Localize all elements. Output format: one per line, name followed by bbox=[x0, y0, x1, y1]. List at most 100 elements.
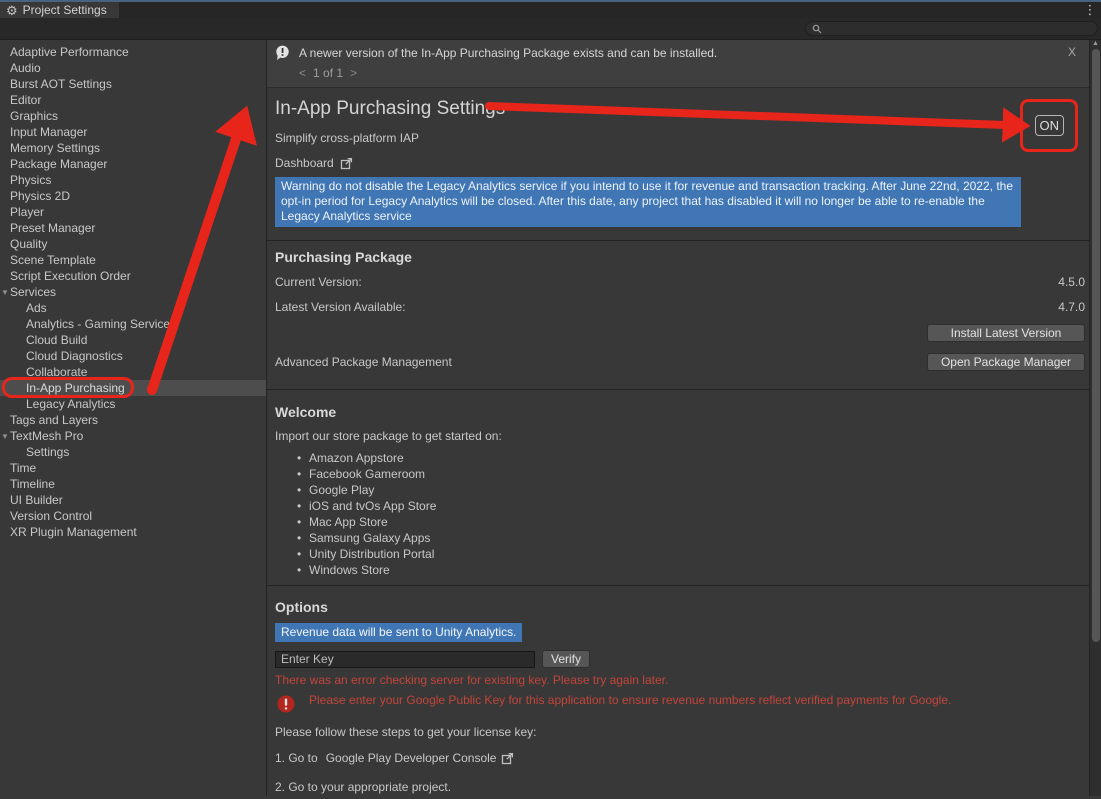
sidebar-list: Adaptive PerformanceAudio Burst AOT Setti… bbox=[0, 44, 266, 540]
current-version-label: Current Version: bbox=[275, 275, 362, 289]
sidebar-item-tags-and-layers[interactable]: Tags and Layers bbox=[0, 412, 266, 428]
step-2-text: 2. Go to your appropriate project. bbox=[275, 780, 1089, 794]
kebab-menu-icon[interactable]: ⋮ bbox=[1079, 2, 1101, 18]
latest-version-label: Latest Version Available: bbox=[275, 300, 406, 314]
sidebar-item-label: Package Manager bbox=[10, 157, 107, 171]
sidebar-item-label: Preset Manager bbox=[10, 221, 95, 235]
sidebar-item-timeline[interactable]: Timeline bbox=[0, 476, 266, 492]
search-input[interactable] bbox=[826, 22, 1091, 36]
search-box[interactable] bbox=[805, 21, 1098, 36]
store-list-item: Unity Distribution Portal bbox=[297, 546, 1089, 562]
sidebar-item-label: Physics 2D bbox=[10, 189, 70, 203]
sidebar-item-in-app-purchasing[interactable]: In-App Purchasing bbox=[0, 380, 266, 396]
sidebar-item-legacy-analytics[interactable]: Legacy Analytics bbox=[0, 396, 266, 412]
content-area: Adaptive PerformanceAudio Burst AOT Setti… bbox=[0, 40, 1101, 796]
sidebar-item-label: TextMesh Pro bbox=[10, 429, 83, 443]
sidebar-item-label: Quality bbox=[10, 237, 47, 251]
store-list-item: iOS and tvOs App Store bbox=[297, 498, 1089, 514]
scrollbar-up-icon[interactable]: ▲ bbox=[1092, 40, 1099, 47]
latest-version-value: 4.7.0 bbox=[1058, 300, 1085, 314]
notification-bar: A newer version of the In-App Purchasing… bbox=[267, 40, 1089, 88]
google-key-warning-row: Please enter your Google Public Key for … bbox=[277, 693, 1089, 714]
caret-down-icon[interactable]: ▼ bbox=[1, 285, 9, 301]
sidebar-item-label: Burst AOT Settings bbox=[10, 77, 112, 91]
legacy-analytics-warning: Warning do not disable the Legacy Analyt… bbox=[275, 177, 1021, 227]
store-list-item: Windows Store bbox=[297, 562, 1089, 578]
sidebar-item-memory-settings[interactable]: Memory Settings bbox=[0, 140, 266, 156]
sidebar-item-script-execution-order[interactable]: Script Execution Order bbox=[0, 268, 266, 284]
sidebar-item-time[interactable]: Time bbox=[0, 460, 266, 476]
sidebar-item-scene-template[interactable]: Scene Template bbox=[0, 252, 266, 268]
sidebar-item-burst-aot-settings[interactable]: Burst AOT Settings bbox=[0, 76, 266, 92]
sidebar-item-label: Memory Settings bbox=[10, 141, 100, 155]
sidebar-item-analytics-gaming-services[interactable]: Analytics - Gaming Services bbox=[0, 316, 266, 332]
sidebar-item-version-control[interactable]: Version Control bbox=[0, 508, 266, 524]
sidebar-item-settings[interactable]: Settings bbox=[0, 444, 266, 460]
install-latest-version-button[interactable]: Install Latest Version bbox=[927, 324, 1085, 342]
sidebar-item-label: In-App Purchasing bbox=[26, 381, 125, 395]
google-key-warning-text: Please enter your Google Public Key for … bbox=[309, 693, 951, 707]
sidebar-item-collaborate[interactable]: Collaborate bbox=[0, 364, 266, 380]
step-1-prefix: 1. Go to bbox=[275, 751, 318, 765]
sidebar-item-textmesh-pro[interactable]: ▼TextMesh Pro bbox=[0, 428, 266, 444]
error-icon bbox=[277, 691, 296, 714]
sidebar-item-label: Cloud Build bbox=[26, 333, 87, 347]
close-icon[interactable]: X bbox=[1065, 44, 1079, 60]
vertical-scrollbar[interactable]: ▲ bbox=[1089, 40, 1101, 796]
sidebar-item-preset-manager[interactable]: Preset Manager bbox=[0, 220, 266, 236]
key-check-error-text: There was an error checking server for e… bbox=[275, 673, 1089, 687]
google-play-console-link[interactable]: Google Play Developer Console bbox=[326, 751, 497, 765]
open-package-manager-button[interactable]: Open Package Manager bbox=[927, 353, 1085, 371]
scrollbar-thumb[interactable] bbox=[1092, 49, 1100, 642]
sidebar-item-adaptive-performance[interactable]: Adaptive Performance bbox=[0, 44, 266, 60]
sidebar-item-label: Graphics bbox=[10, 109, 58, 123]
page-title: In-App Purchasing Settings bbox=[275, 97, 1089, 120]
page-subtitle: Simplify cross-platform IAP bbox=[275, 131, 1089, 145]
sidebar-item-quality[interactable]: Quality bbox=[0, 236, 266, 252]
sidebar-item-label: Time bbox=[10, 461, 36, 475]
sidebar-item-label: Player bbox=[10, 205, 44, 219]
dashboard-link[interactable]: Dashboard bbox=[275, 156, 353, 170]
sidebar-item-package-manager[interactable]: Package Manager bbox=[0, 156, 266, 172]
toolbar bbox=[0, 18, 1101, 40]
sidebar-item-physics[interactable]: Physics bbox=[0, 172, 266, 188]
current-version-value: 4.5.0 bbox=[1058, 275, 1085, 289]
welcome-intro: Import our store package to get started … bbox=[275, 429, 1089, 443]
step-1-row: 1. Go to Google Play Developer Console bbox=[275, 751, 514, 765]
external-link-icon bbox=[501, 752, 514, 765]
title-bar: ⚙ Project Settings ⋮ bbox=[0, 0, 1101, 18]
chevron-right-icon[interactable]: > bbox=[350, 66, 357, 80]
store-list-item: Facebook Gameroom bbox=[297, 466, 1089, 482]
caret-down-icon[interactable]: ▼ bbox=[1, 429, 9, 445]
sidebar-item-player[interactable]: Player bbox=[0, 204, 266, 220]
iap-toggle-on-button[interactable]: ON bbox=[1035, 115, 1065, 136]
sidebar-item-ads[interactable]: Ads bbox=[0, 300, 266, 316]
chevron-left-icon[interactable]: < bbox=[299, 66, 306, 80]
gear-icon: ⚙ bbox=[6, 4, 18, 17]
sidebar-item-label: Collaborate bbox=[26, 365, 87, 379]
sidebar-item-label: Ads bbox=[26, 301, 47, 315]
sidebar-item-label: Services bbox=[10, 285, 56, 299]
sidebar-item-graphics[interactable]: Graphics bbox=[0, 108, 266, 124]
sidebar-item-label: Audio bbox=[10, 61, 41, 75]
current-version-row: Current Version: 4.5.0 bbox=[275, 274, 1085, 289]
sidebar-item-ui-builder[interactable]: UI Builder bbox=[0, 492, 266, 508]
search-icon bbox=[812, 24, 822, 34]
verify-button[interactable]: Verify bbox=[542, 650, 590, 668]
sidebar-item-label: Settings bbox=[26, 445, 69, 459]
google-key-input[interactable] bbox=[275, 651, 535, 668]
tab-project-settings[interactable]: ⚙ Project Settings bbox=[0, 2, 119, 18]
sidebar-item-audio[interactable]: Audio bbox=[0, 60, 266, 76]
sidebar-item-physics-2d[interactable]: Physics 2D bbox=[0, 188, 266, 204]
sidebar-item-xr-plugin-management[interactable]: XR Plugin Management bbox=[0, 524, 266, 540]
sidebar-item-services[interactable]: ▼Services bbox=[0, 284, 266, 300]
sidebar-item-editor[interactable]: Editor bbox=[0, 92, 266, 108]
main-panel: A newer version of the In-App Purchasing… bbox=[267, 40, 1089, 796]
sidebar-item-cloud-diagnostics[interactable]: Cloud Diagnostics bbox=[0, 348, 266, 364]
welcome-heading: Welcome bbox=[275, 404, 1089, 421]
sidebar-item-cloud-build[interactable]: Cloud Build bbox=[0, 332, 266, 348]
sidebar-item-label: Tags and Layers bbox=[10, 413, 98, 427]
window-title: Project Settings bbox=[23, 3, 107, 17]
sidebar-item-input-manager[interactable]: Input Manager bbox=[0, 124, 266, 140]
analytics-note: Revenue data will be sent to Unity Analy… bbox=[275, 623, 522, 642]
